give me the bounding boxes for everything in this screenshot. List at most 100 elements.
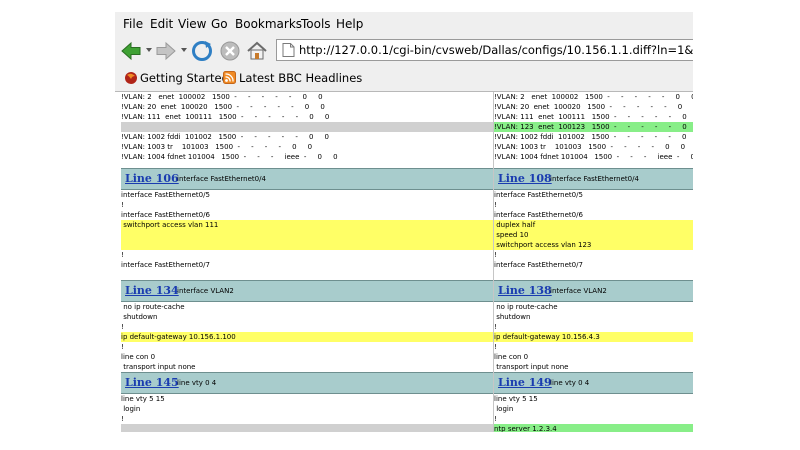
section-context-label: interface VLAN2 [550,287,607,295]
menu-file[interactable]: File [123,17,143,31]
menu-bookmarks[interactable]: Bookmarks [235,17,302,31]
section-context-label: line vty 0 4 [550,379,590,387]
diff-line: interface FastEthernet0/7 [121,261,210,269]
diff-line: ! [121,343,124,351]
diff-content: !VLAN: 2 enet 100002 1500 - - - - - 0 0!… [115,92,693,432]
firefox-icon [125,72,137,84]
diff-line: switchport access vlan 111 [121,220,493,230]
diff-line: line con 0 [494,353,529,361]
diff-line: !VLAN: 1003 tr 101003 1500 - - - - 0 0 [494,143,686,151]
home-icon[interactable] [246,40,268,62]
diff-line: interface FastEthernet0/6 [121,211,210,219]
diff-line: ! [494,323,497,331]
diff-line: duplex half [494,220,693,230]
rss-feed-icon [223,71,236,84]
diff-line: shutdown [121,313,158,321]
diff-line: ! [494,251,497,259]
diff-line [121,270,493,280]
forward-arrow-icon[interactable] [155,40,177,62]
diff-line: transport input none [494,363,569,371]
bookmark-bbc-label: Latest BBC Headlines [239,71,363,85]
back-dropdown-icon[interactable] [146,48,152,52]
diff-line: ip default-gateway 10.156.4.3 [494,332,693,342]
diff-line: ! [121,323,124,331]
navigation-toolbar: http://127.0.0.1/cgi-bin/cvsweb/Dallas/c… [115,36,693,66]
section-context-label: interface VLAN2 [177,287,234,295]
menu-help[interactable]: Help [336,17,363,31]
diff-line: !VLAN: 20 enet 100020 1500 - - - - - 0 0 [494,103,693,111]
diff-line [121,230,493,240]
diff-right-revision: !VLAN: 2 enet 100002 1500 - - - - - 0 0!… [494,92,693,432]
address-url[interactable]: http://127.0.0.1/cgi-bin/cvsweb/Dallas/c… [299,43,693,57]
line-number-link[interactable]: Line 145 [125,376,179,389]
diff-line: speed 10 [494,230,693,240]
diff-line [121,424,493,432]
diff-section-header: Line 134 interface VLAN2 [121,280,493,302]
page-icon [282,43,295,57]
diff-line: line vty 5 15 [494,395,538,403]
diff-section-header: Line 149 line vty 0 4 [494,372,693,394]
diff-line: line vty 5 15 [121,395,165,403]
diff-line: !VLAN: 2 enet 100002 1500 - - - - - 0 0 [121,93,323,101]
diff-line: ip default-gateway 10.156.1.100 [121,332,493,342]
diff-section-header: Line 138 interface VLAN2 [494,280,693,302]
diff-line: ! [121,251,124,259]
browser-window: File Edit View Go Bookmarks Tools Help h… [115,12,693,432]
diff-line: interface FastEthernet0/5 [121,191,210,199]
diff-line: no ip route-cache [121,303,185,311]
diff-line: interface FastEthernet0/5 [494,191,583,199]
section-context-label: interface FastEthernet0/4 [177,175,266,183]
diff-line: !VLAN: 111 enet 100111 1500 - - - - - 0 … [494,113,693,121]
diff-line: !VLAN: 1004 fdnet 101004 1500 - - - ieee… [494,153,693,161]
diff-line: ! [494,201,497,209]
line-number-link[interactable]: Line 134 [125,284,179,297]
diff-line [121,240,493,250]
menu-edit[interactable]: Edit [150,17,173,31]
section-context-label: line vty 0 4 [177,379,217,387]
diff-line: no ip route-cache [494,303,558,311]
diff-line: !VLAN: 111 enet 100111 1500 - - - - - 0 … [121,113,330,121]
bookmark-getting-started[interactable]: Getting Started [124,70,229,86]
diff-line: login [121,405,141,413]
menu-bar: File Edit View Go Bookmarks Tools Help [115,12,693,36]
diff-line: transport input none [121,363,196,371]
diff-left-revision: !VLAN: 2 enet 100002 1500 - - - - - 0 0!… [121,92,493,432]
diff-line: !VLAN: 1003 tr 101003 1500 - - - - 0 0 [121,143,313,151]
diff-line: ! [121,415,124,423]
stop-icon[interactable] [219,40,241,62]
line-number-link[interactable]: Line 138 [498,284,552,297]
diff-line: !VLAN: 2 enet 100002 1500 - - - - - 0 0 [494,93,693,101]
diff-line: !VLAN: 123 enet 100123 1500 - - - - - 0 … [494,122,693,132]
diff-section-header: Line 106 interface FastEthernet0/4 [121,168,493,190]
address-bar[interactable]: http://127.0.0.1/cgi-bin/cvsweb/Dallas/c… [276,39,693,61]
diff-line: ! [121,201,124,209]
back-arrow-icon[interactable] [120,40,142,62]
bookmarks-toolbar: Getting Started Latest BBC Headlines [115,66,693,92]
line-number-link[interactable]: Line 108 [498,172,552,185]
menu-go[interactable]: Go [211,17,228,31]
diff-line [494,270,693,280]
forward-dropdown-icon[interactable] [181,48,187,52]
diff-line: !VLAN: 1002 fddi 101002 1500 - - - - - 0… [494,133,693,141]
diff-line: !VLAN: 1002 fddi 101002 1500 - - - - - 0… [121,133,330,141]
menu-view[interactable]: View [178,17,206,31]
menu-tools[interactable]: Tools [301,17,331,31]
diff-line [121,122,493,132]
diff-section-header: Line 108 interface FastEthernet0/4 [494,168,693,190]
diff-line: ntp server 1.2.3.4 [494,424,693,432]
diff-line: switchport access vlan 123 [494,240,693,250]
diff-line: shutdown [494,313,531,321]
line-number-link[interactable]: Line 149 [498,376,552,389]
diff-line: !VLAN: 20 enet 100020 1500 - - - - - 0 0 [121,103,325,111]
diff-line: interface FastEthernet0/6 [494,211,583,219]
reload-icon[interactable] [191,40,213,62]
bookmark-getting-started-label: Getting Started [140,71,229,85]
diff-line: ! [494,343,497,351]
diff-line: login [494,405,514,413]
diff-line: line con 0 [121,353,156,361]
bookmark-bbc-headlines[interactable]: Latest BBC Headlines [223,70,373,86]
diff-line: interface FastEthernet0/7 [494,261,583,269]
diff-line: !VLAN: 1004 fdnet 101004 1500 - - - ieee… [121,153,338,161]
diff-section-header: Line 145 line vty 0 4 [121,372,493,394]
line-number-link[interactable]: Line 106 [125,172,179,185]
